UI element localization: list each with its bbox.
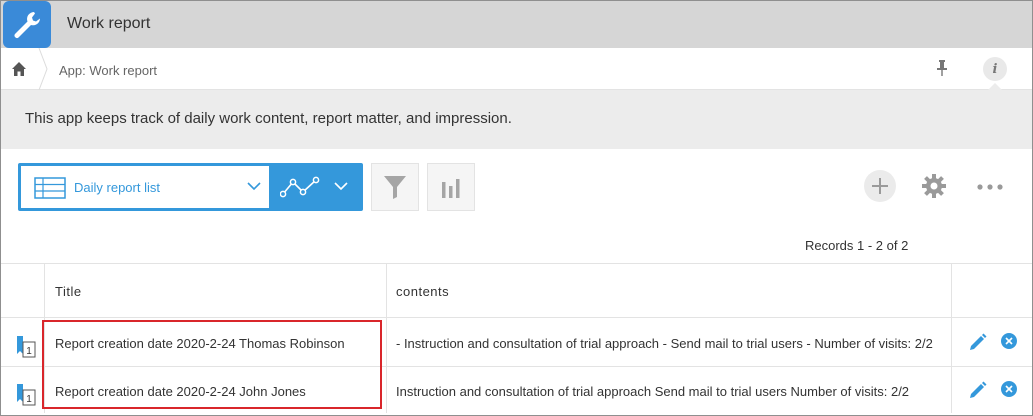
- svg-text:1: 1: [26, 346, 32, 357]
- info-icon[interactable]: i: [983, 57, 1007, 81]
- add-record-button[interactable]: [864, 170, 896, 202]
- view-dropdown[interactable]: Daily report list: [21, 166, 269, 208]
- delete-icon[interactable]: [1001, 381, 1017, 397]
- record-detail-icon[interactable]: 1: [15, 336, 37, 358]
- gear-icon[interactable]: [921, 173, 947, 199]
- app-description: This app keeps track of daily work conte…: [25, 110, 512, 127]
- close-icon: [1005, 385, 1013, 393]
- column-header-title[interactable]: Title: [45, 264, 386, 317]
- view-label: Daily report list: [74, 180, 160, 195]
- chevron-down-icon: [247, 182, 261, 191]
- cell-contents: - Instruction and consultation of trial …: [396, 336, 933, 351]
- pencil-icon[interactable]: [969, 333, 987, 351]
- list-icon: [34, 177, 66, 199]
- wrench-icon[interactable]: [3, 1, 51, 48]
- breadcrumb: App: Work report i: [1, 48, 1032, 90]
- app-description-panel: This app keeps track of daily work conte…: [1, 83, 1032, 149]
- table-header: Title contents: [1, 263, 1032, 318]
- bar-chart-icon: [442, 179, 460, 198]
- graph-button[interactable]: [427, 163, 475, 211]
- description-pointer: [987, 83, 1003, 91]
- filter-button[interactable]: [371, 163, 419, 211]
- breadcrumb-separator: [38, 48, 48, 90]
- svg-text:1: 1: [26, 394, 32, 405]
- app-header: Work report: [1, 1, 1032, 48]
- record-detail-icon[interactable]: 1: [15, 384, 37, 406]
- home-icon[interactable]: [11, 61, 27, 77]
- funnel-icon: [384, 176, 406, 199]
- line-graph-icon[interactable]: [280, 175, 322, 199]
- pencil-icon[interactable]: [969, 381, 987, 399]
- pin-icon[interactable]: [934, 59, 950, 77]
- delete-icon[interactable]: [1001, 333, 1017, 349]
- graph-chevron-down-icon[interactable]: [334, 182, 348, 191]
- column-header-contents[interactable]: contents: [387, 264, 952, 317]
- breadcrumb-current[interactable]: App: Work report: [59, 63, 157, 78]
- view-selector: Daily report list: [18, 163, 363, 211]
- close-icon: [1005, 337, 1013, 345]
- highlight-box: [42, 320, 382, 409]
- cell-contents: Instruction and consultation of trial ap…: [396, 384, 910, 399]
- records-count: Records 1 - 2 of 2: [805, 238, 909, 253]
- more-dots-icon[interactable]: [977, 184, 1003, 190]
- plus-icon: [872, 178, 888, 194]
- app-title: Work report: [67, 15, 151, 32]
